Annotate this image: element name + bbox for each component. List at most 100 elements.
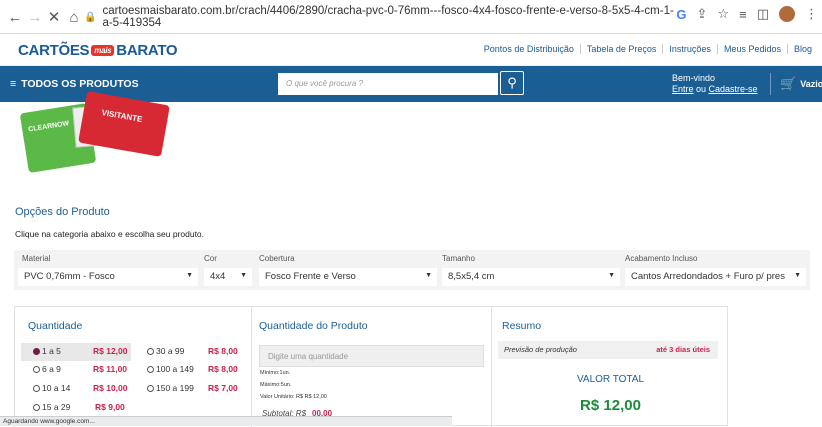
order-panel: Quantidade 1 a 5 R$ 12,00 30 a 99 R$ 8,0… — [14, 306, 729, 427]
search-button[interactable]: ⚲ — [500, 71, 524, 95]
product-quantity-title: Quantidade do Produto — [259, 320, 368, 332]
link-tabela-precos[interactable]: Tabela de Preços — [581, 44, 664, 54]
welcome-block: Bem-vindo Entre ou Cadastre-se — [672, 73, 758, 95]
cor-select[interactable]: 4x4 ▼ — [204, 268, 252, 286]
hamburger-icon: ≡ — [10, 78, 17, 90]
qty-option-30-99[interactable]: 30 a 99 — [147, 346, 184, 356]
search-input[interactable]: O que você procura ? — [278, 73, 498, 95]
qty-price: R$ 10,00 — [93, 383, 128, 393]
star-icon[interactable]: ☆ — [717, 6, 729, 22]
qty-range: 1 a 5 — [42, 346, 61, 356]
radio-icon — [147, 347, 154, 355]
material-value: PVC 0,76mm - Fosco — [24, 271, 115, 282]
total-value: R$ 12,00 — [580, 397, 641, 414]
qty-price: R$ 8,00 — [208, 346, 238, 356]
qty-price: R$ 8,00 — [208, 364, 238, 374]
summary-title: Resumo — [502, 320, 542, 332]
qty-range: 10 a 14 — [42, 383, 71, 393]
radio-icon — [33, 384, 40, 392]
qty-option-6-9[interactable]: 6 a 9 — [33, 364, 61, 374]
cart-icon: 🛒 — [780, 76, 797, 91]
production-label: Previsão de produção — [504, 345, 577, 354]
address-bar[interactable]: 🔒 cartoesmaisbarato.com.br/crach/4406/28… — [84, 5, 684, 29]
cart-status: Vazio — [800, 79, 822, 89]
production-row: Previsão de produção até 3 dias úteis — [498, 341, 718, 359]
menu-icon[interactable]: ⋮ — [805, 6, 818, 22]
browser-actions: G ⇪ ☆ ≡ ◫ ⋮ — [676, 6, 818, 22]
home-icon[interactable]: ⌂ — [63, 6, 85, 28]
acabamento-value: Cantos Arredondados + Furo p/ pres — [631, 271, 785, 282]
all-products-label: TODOS OS PRODUTOS — [21, 78, 139, 90]
link-meus-pedidos[interactable]: Meus Pedidos — [718, 44, 788, 54]
min-text: Mínimo:1un. — [260, 370, 291, 376]
product-quantity-panel: Quantidade do Produto Digite uma quantid… — [252, 307, 492, 427]
cor-label: Cor — [204, 254, 217, 263]
chevron-down-icon: ▼ — [186, 272, 193, 279]
summary-panel: Resumo Previsão de produção até 3 dias ú… — [492, 307, 729, 427]
cor-value: 4x4 — [210, 271, 226, 282]
chevron-down-icon: ▼ — [608, 272, 615, 279]
site-logo[interactable]: CARTÕES mais BARATO — [18, 42, 178, 59]
qty-option-1-5[interactable]: 1 a 5 — [33, 346, 61, 356]
qty-price: R$ 12,00 — [93, 346, 128, 356]
qty-range: 30 a 99 — [156, 346, 185, 356]
cobertura-value: Fosco Frente e Verso — [265, 271, 356, 282]
acabamento-label: Acabamento Incluso — [625, 254, 698, 263]
qty-range: 15 a 29 — [42, 402, 71, 412]
quantity-title: Quantidade — [28, 320, 83, 332]
all-products-menu[interactable]: ≡ TODOS OS PRODUTOS — [10, 78, 139, 90]
quantity-input[interactable]: Digite uma quantidade — [259, 345, 484, 367]
link-blog[interactable]: Blog — [788, 44, 818, 54]
search-icon: ⚲ — [507, 75, 517, 90]
radio-selected-icon — [33, 347, 40, 355]
google-icon[interactable]: G — [676, 7, 686, 22]
logo-text-left: CARTÕES — [18, 42, 90, 59]
cobertura-label: Cobertura — [259, 254, 295, 263]
site-header: CARTÕES mais BARATO Pontos de Distribuiç… — [0, 34, 822, 66]
qty-price: R$ 7,00 — [208, 383, 238, 393]
login-link[interactable]: Entre — [672, 84, 694, 94]
tamanho-select[interactable]: 8,5x5,4 cm ▼ — [442, 268, 620, 286]
radio-icon — [33, 403, 40, 411]
product-image: CLEARNOW VISITANTE — [19, 91, 174, 176]
options-subtitle: Clique na categoria abaixo e escolha seu… — [15, 229, 205, 239]
qty-range: 150 a 199 — [156, 383, 194, 393]
production-value: até 3 dias úteis — [656, 345, 710, 354]
cobertura-select[interactable]: Fosco Frente e Verso ▼ — [259, 268, 437, 286]
browser-toolbar: ← → ✕ ⌂ 🔒 cartoesmaisbarato.com.br/crach… — [0, 0, 822, 34]
register-link[interactable]: Cadastre-se — [709, 84, 758, 94]
back-icon[interactable]: ← — [4, 6, 26, 28]
header-links: Pontos de Distribuição Tabela de Preços … — [478, 44, 818, 54]
material-select[interactable]: PVC 0,76mm - Fosco ▼ — [18, 268, 198, 286]
chevron-down-icon: ▼ — [794, 272, 801, 279]
logo-text-right: BARATO — [116, 42, 178, 59]
qty-option-150-199[interactable]: 150 a 199 — [147, 383, 194, 393]
link-pontos-distribuicao[interactable]: Pontos de Distribuição — [478, 44, 581, 54]
material-label: Material — [22, 254, 51, 263]
acabamento-select[interactable]: Cantos Arredondados + Furo p/ pres ▼ — [625, 268, 806, 286]
avatar[interactable] — [779, 6, 795, 22]
total-label: VALOR TOTAL — [576, 374, 645, 385]
qty-option-15-29[interactable]: 15 a 29 — [33, 402, 70, 412]
reading-list-icon[interactable]: ≡ — [739, 7, 747, 22]
tamanho-label: Tamanho — [442, 254, 475, 263]
welcome-text: Bem-vindo — [672, 73, 716, 83]
chevron-down-icon: ▼ — [240, 272, 247, 279]
radio-icon — [147, 384, 154, 392]
qty-price: R$ 9,00 — [95, 402, 125, 412]
address-url: cartoesmaisbarato.com.br/crach/4406/2890… — [102, 5, 674, 29]
card-red-text: VISITANTE — [100, 108, 144, 125]
cart-button[interactable]: 🛒 Vazio — [780, 76, 822, 92]
qty-price: R$ 11,00 — [93, 364, 128, 374]
qty-option-100-149[interactable]: 100 a 149 — [147, 364, 194, 374]
qty-option-10-14[interactable]: 10 a 14 — [33, 383, 70, 393]
or-text: ou — [693, 84, 709, 94]
share-icon[interactable]: ⇪ — [697, 6, 708, 22]
chevron-down-icon: ▼ — [425, 272, 432, 279]
divider — [770, 73, 771, 95]
quantity-placeholder: Digite uma quantidade — [268, 352, 349, 361]
link-instrucoes[interactable]: Instruções — [663, 44, 718, 54]
sidepanel-icon[interactable]: ◫ — [757, 6, 769, 22]
close-icon[interactable]: ✕ — [43, 6, 65, 28]
logo-text-mais: mais — [91, 45, 115, 56]
